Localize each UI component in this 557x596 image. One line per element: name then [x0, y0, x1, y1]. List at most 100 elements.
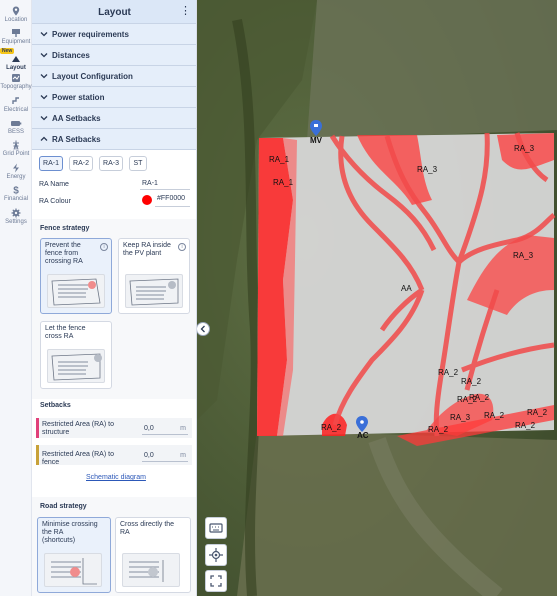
rail-item-topography[interactable]: Topography: [0, 73, 32, 90]
map-label-aa: AA: [401, 284, 412, 293]
tab-ra-1[interactable]: RA-1: [39, 156, 63, 171]
map-label-ra2: RA_2: [469, 393, 490, 402]
road-illustration: [44, 553, 102, 587]
setback-label: Restricted Area (RA) to fence: [42, 451, 114, 466]
rail-item-settings[interactable]: Settings: [0, 208, 32, 225]
rail-item-location[interactable]: Location: [0, 6, 32, 23]
rail-item-energy[interactable]: Energy: [0, 163, 32, 180]
rail-label: Electrical: [3, 107, 29, 113]
section-aa-setbacks[interactable]: AA Setbacks: [32, 108, 196, 129]
setbacks-title: Setbacks: [40, 402, 71, 409]
colour-swatch[interactable]: [142, 195, 152, 205]
map-view[interactable]: RA_1 RA_1 RA_3 RA_3 RA_3 RA_3 AA RA_2 RA…: [197, 0, 557, 596]
section-ra-setbacks[interactable]: RA Setbacks: [32, 129, 196, 150]
road-option-minimise-crossing[interactable]: Minimise crossing the RA (shortcuts): [37, 517, 111, 593]
section-layout-configuration[interactable]: Layout Configuration: [32, 66, 196, 87]
app-rail: Location Equipment New Layout Topography…: [0, 0, 32, 596]
fence-illustration: [47, 349, 105, 383]
panel-title: Layout: [98, 7, 131, 18]
map-label-ra2: RA_2: [527, 408, 548, 417]
option-label: Let the fence cross RA: [45, 325, 86, 340]
fence-option-prevent-crossing[interactable]: Prevent the fence from crossing RA i: [40, 238, 112, 314]
ra-name-input[interactable]: [140, 178, 190, 190]
satellite-map: RA_1 RA_1 RA_3 RA_3 RA_3 RA_3 AA RA_2 RA…: [197, 0, 557, 596]
info-icon[interactable]: i: [178, 243, 186, 251]
map-label-ra3: RA_3: [513, 251, 534, 260]
fence-illustration: [47, 274, 105, 308]
option-label: Cross directly the RA: [120, 521, 175, 536]
section-power-requirements[interactable]: Power requirements: [32, 24, 196, 45]
electrical-icon: [12, 97, 19, 104]
layout-panel: Layout ⋮ Power requirements Distances La…: [32, 0, 197, 596]
option-label: Keep RA inside the PV plant: [123, 242, 171, 257]
rail-item-bess[interactable]: BESS: [0, 118, 32, 135]
rail-item-equipment[interactable]: Equipment: [0, 28, 32, 45]
rail-label: Equipment: [1, 39, 31, 45]
gear-icon: [11, 208, 21, 218]
section-label: AA Setbacks: [52, 114, 101, 123]
rail-item-layout[interactable]: Layout: [0, 54, 32, 71]
layout-icon: [12, 56, 20, 62]
rail-label: Location: [4, 17, 28, 23]
chevron-down-icon: [40, 32, 48, 37]
keyboard-icon: [209, 523, 223, 533]
section-power-station[interactable]: Power station: [32, 87, 196, 108]
energy-icon: [13, 163, 19, 173]
map-label-ra2: RA_2: [484, 411, 505, 420]
dollar-icon: $: [13, 186, 19, 196]
rail-item-electrical[interactable]: Electrical: [0, 96, 32, 113]
terrain-patch: [307, 0, 557, 140]
chevron-down-icon: [40, 95, 48, 100]
map-label-ra3: RA_3: [450, 413, 471, 422]
location-pin-icon: [12, 6, 20, 16]
tab-ra-3[interactable]: RA-3: [99, 156, 123, 171]
chevron-left-icon: [200, 325, 205, 333]
topography-icon: [12, 74, 20, 82]
ra-colour-input[interactable]: #FF0000: [155, 195, 190, 207]
option-label: Prevent the fence from crossing RA: [45, 242, 83, 265]
more-menu-icon[interactable]: ⋮: [180, 6, 191, 17]
locate-button[interactable]: [205, 544, 227, 566]
section-label: Power requirements: [52, 30, 129, 39]
option-label: Minimise crossing the RA (shortcuts): [42, 521, 98, 544]
crosshair-icon: [209, 548, 223, 562]
ra-colour-label: RA Colour: [39, 198, 71, 205]
tab-ra-2[interactable]: RA-2: [69, 156, 93, 171]
battery-icon: [11, 121, 22, 126]
setback-fence-input[interactable]: 0,0 m: [142, 450, 188, 462]
keyboard-button[interactable]: [205, 517, 227, 539]
map-label-ra1: RA_1: [269, 155, 290, 164]
road-illustration: [122, 553, 180, 587]
setback-structure-input[interactable]: 0,0 m: [142, 423, 188, 435]
rail-item-financial[interactable]: $ Financial: [0, 185, 32, 203]
svg-text:$: $: [13, 186, 19, 196]
map-label-ra3: RA_3: [417, 165, 438, 174]
section-distances[interactable]: Distances: [32, 45, 196, 66]
section-label: Power station: [52, 93, 105, 102]
map-label-ra2: RA_2: [438, 368, 459, 377]
rail-label: Layout: [6, 65, 26, 71]
setback-row-fence: Restricted Area (RA) to fence 0,0 m: [36, 445, 192, 466]
panel-header: Layout ⋮: [32, 0, 196, 24]
fullscreen-button[interactable]: [205, 570, 227, 592]
rail-item-grid-point[interactable]: Grid Point: [0, 140, 32, 157]
map-label-mv: MV: [310, 136, 323, 145]
rail-label: Topography: [0, 84, 32, 90]
map-label-ra2: RA_2: [461, 377, 482, 386]
map-label-ra2: RA_2: [428, 425, 449, 434]
collapse-panel-button[interactable]: [197, 322, 210, 336]
rail-label: Settings: [5, 219, 27, 225]
setback-color-bar: [36, 445, 39, 465]
fence-option-keep-inside[interactable]: Keep RA inside the PV plant i: [118, 238, 190, 314]
terrain-patch: [237, 430, 557, 596]
rail-label: BESS: [7, 129, 24, 135]
chevron-down-icon: [40, 74, 48, 79]
road-strategy-title: Road strategy: [40, 503, 87, 510]
fence-strategy-title: Fence strategy: [40, 225, 90, 232]
fullscreen-icon: [210, 575, 222, 587]
info-icon[interactable]: i: [100, 243, 108, 251]
fence-option-let-cross[interactable]: Let the fence cross RA: [40, 321, 112, 389]
road-option-cross-directly[interactable]: Cross directly the RA: [115, 517, 191, 593]
schematic-diagram-link[interactable]: Schematic diagram: [86, 474, 146, 481]
tab-st[interactable]: ST: [129, 156, 147, 171]
